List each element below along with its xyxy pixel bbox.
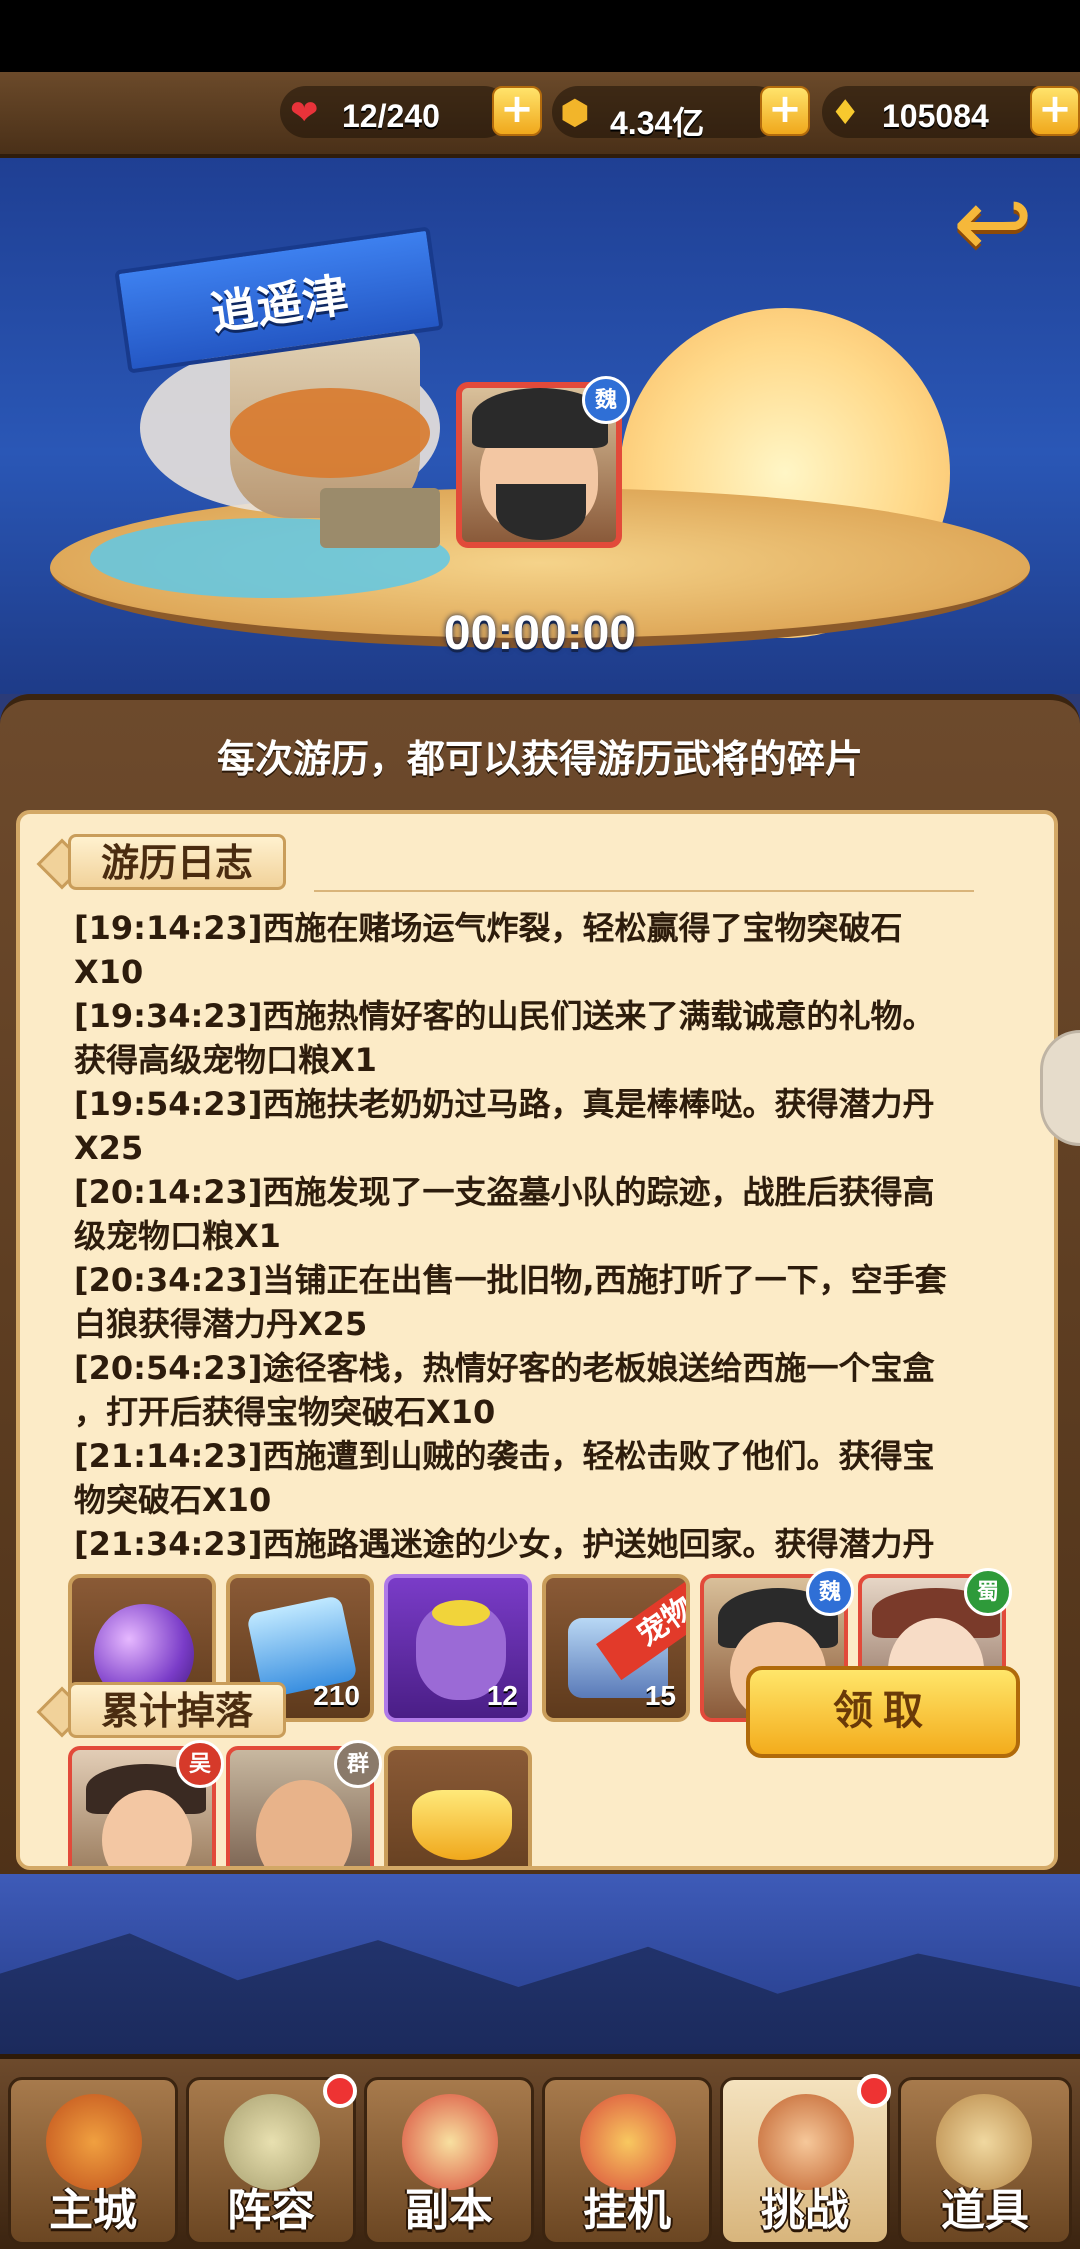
- log-line: ，打开后获得宝物突破石X10: [74, 1393, 496, 1431]
- bottom-nav: 主城 阵容 副本 挂机 挑战 道具: [0, 2054, 1080, 2249]
- nav-label: 副本: [405, 2185, 493, 2236]
- resource-bar: ❤ 12/240 + ⬢ 4.34亿 + ♦ 105084 +: [0, 72, 1080, 158]
- log-line: [21:14:23]西施遭到山贼的袭击，轻松击败了他们。获得宝: [74, 1437, 935, 1475]
- ingot-icon: ♦: [830, 93, 861, 133]
- gold-value: 4.34亿: [610, 105, 705, 141]
- nav-label: 阵容: [227, 2185, 315, 2236]
- log-line: 获得高级宠物口粮X1: [74, 1041, 377, 1079]
- gold-ingot-item[interactable]: [384, 1746, 532, 1866]
- nav-label: 挑战: [761, 2185, 849, 2236]
- wu-faction-badge-icon: 吴: [176, 1740, 224, 1788]
- log-line: X25: [74, 1129, 144, 1167]
- log-line: [20:34:23]当铺正在出售一批旧物,西施打听了一下，空手套: [74, 1261, 947, 1299]
- travel-log-list[interactable]: [19:14:23]西施在赌场运气炸裂，轻松赢得了宝物突破石 X10 [19:3…: [74, 906, 994, 1566]
- nav-idle[interactable]: 挂机: [542, 2077, 712, 2245]
- nav-label: 道具: [941, 2185, 1029, 2236]
- stamina-display: ❤ 12/240: [280, 86, 510, 138]
- hero-beard: [496, 484, 586, 540]
- wei-faction-badge-icon: 魏: [582, 376, 630, 424]
- log-line: X10: [74, 953, 144, 991]
- gold-coin-icon: ⬢: [560, 93, 590, 133]
- log-line: [19:54:23]西施扶老奶奶过马路，真是棒棒哒。获得潜力丹: [74, 1085, 935, 1123]
- nav-challenge[interactable]: 挑战: [720, 2074, 891, 2245]
- notification-dot: [323, 2074, 357, 2108]
- log-line: [20:54:23]途径客栈，热情好客的老板娘送给西施一个宝盒: [74, 1349, 935, 1387]
- side-expand-tab[interactable]: [1040, 1030, 1080, 1146]
- log-title: 游历日志: [68, 834, 287, 890]
- add-ingot-button[interactable]: +: [1030, 86, 1080, 136]
- add-stamina-button[interactable]: +: [492, 86, 542, 136]
- log-section-tag: 游历日志: [36, 834, 974, 892]
- pet-food-bag-item[interactable]: 12: [384, 1574, 532, 1722]
- tree-illustration: [230, 388, 430, 478]
- claim-button[interactable]: 领取: [746, 1666, 1020, 1758]
- treasure-chest-item[interactable]: 宠物 15: [542, 1574, 690, 1722]
- stamina-heart-icon: ❤: [290, 93, 319, 133]
- nav-main-city[interactable]: 主城: [8, 2077, 178, 2245]
- log-line: [20:14:23]西施发现了一支盗墓小队的踪迹，战胜后获得高: [74, 1173, 935, 1211]
- add-gold-button[interactable]: +: [760, 86, 810, 136]
- gold-ingot-icon: [412, 1790, 512, 1860]
- log-line: 级宠物口粮X1: [74, 1217, 281, 1255]
- log-line: 白狼获得潜力丹X25: [74, 1305, 368, 1343]
- notification-dot: [857, 2074, 891, 2108]
- drop-count: 15: [644, 1680, 676, 1711]
- drop-count: 12: [486, 1680, 518, 1711]
- fort-illustration: [320, 488, 440, 548]
- gold-display: ⬢ 4.34亿: [552, 86, 782, 141]
- shu-faction-badge-icon: 蜀: [964, 1568, 1012, 1616]
- log-line: 物突破石X10: [74, 1481, 272, 1519]
- status-bar: [0, 0, 1080, 72]
- divider: [314, 890, 974, 892]
- drops-title: 累计掉落: [68, 1682, 287, 1738]
- travel-timer: 00:00:00: [443, 607, 637, 660]
- ingot-display: ♦ 105084: [822, 86, 1058, 138]
- log-line: [19:14:23]西施在赌场运气炸裂，轻松赢得了宝物突破石: [74, 909, 903, 947]
- log-line: [19:34:23]西施热情好客的山民们送来了满载诚意的礼物。: [74, 997, 935, 1035]
- stamina-value: 12/240: [342, 98, 440, 134]
- nav-items[interactable]: 道具: [898, 2077, 1072, 2245]
- hero-face-icon: [256, 1780, 352, 1866]
- log-line: [21:34:23]西施路遇迷途的少女，护送她回家。获得潜力丹: [74, 1525, 935, 1563]
- pet-food-icon: [432, 1600, 490, 1626]
- qun-faction-badge-icon: 群: [334, 1740, 382, 1788]
- panel-header: 每次游历，都可以获得游历武将的碎片: [216, 737, 863, 781]
- nav-label: 主城: [49, 2185, 137, 2236]
- wei-faction-badge-icon: 魏: [806, 1568, 854, 1616]
- nav-dungeon[interactable]: 副本: [364, 2077, 534, 2245]
- travel-scene: 逍遥津 ↩ 魏 00:00:00: [0, 158, 1080, 694]
- drops-section-tag: 累计掉落: [36, 1682, 344, 1738]
- nav-label: 挂机: [583, 2185, 671, 2236]
- nav-lineup[interactable]: 阵容: [186, 2074, 357, 2245]
- back-arrow-icon[interactable]: ↩: [938, 175, 1048, 271]
- ingot-value: 105084: [882, 98, 989, 134]
